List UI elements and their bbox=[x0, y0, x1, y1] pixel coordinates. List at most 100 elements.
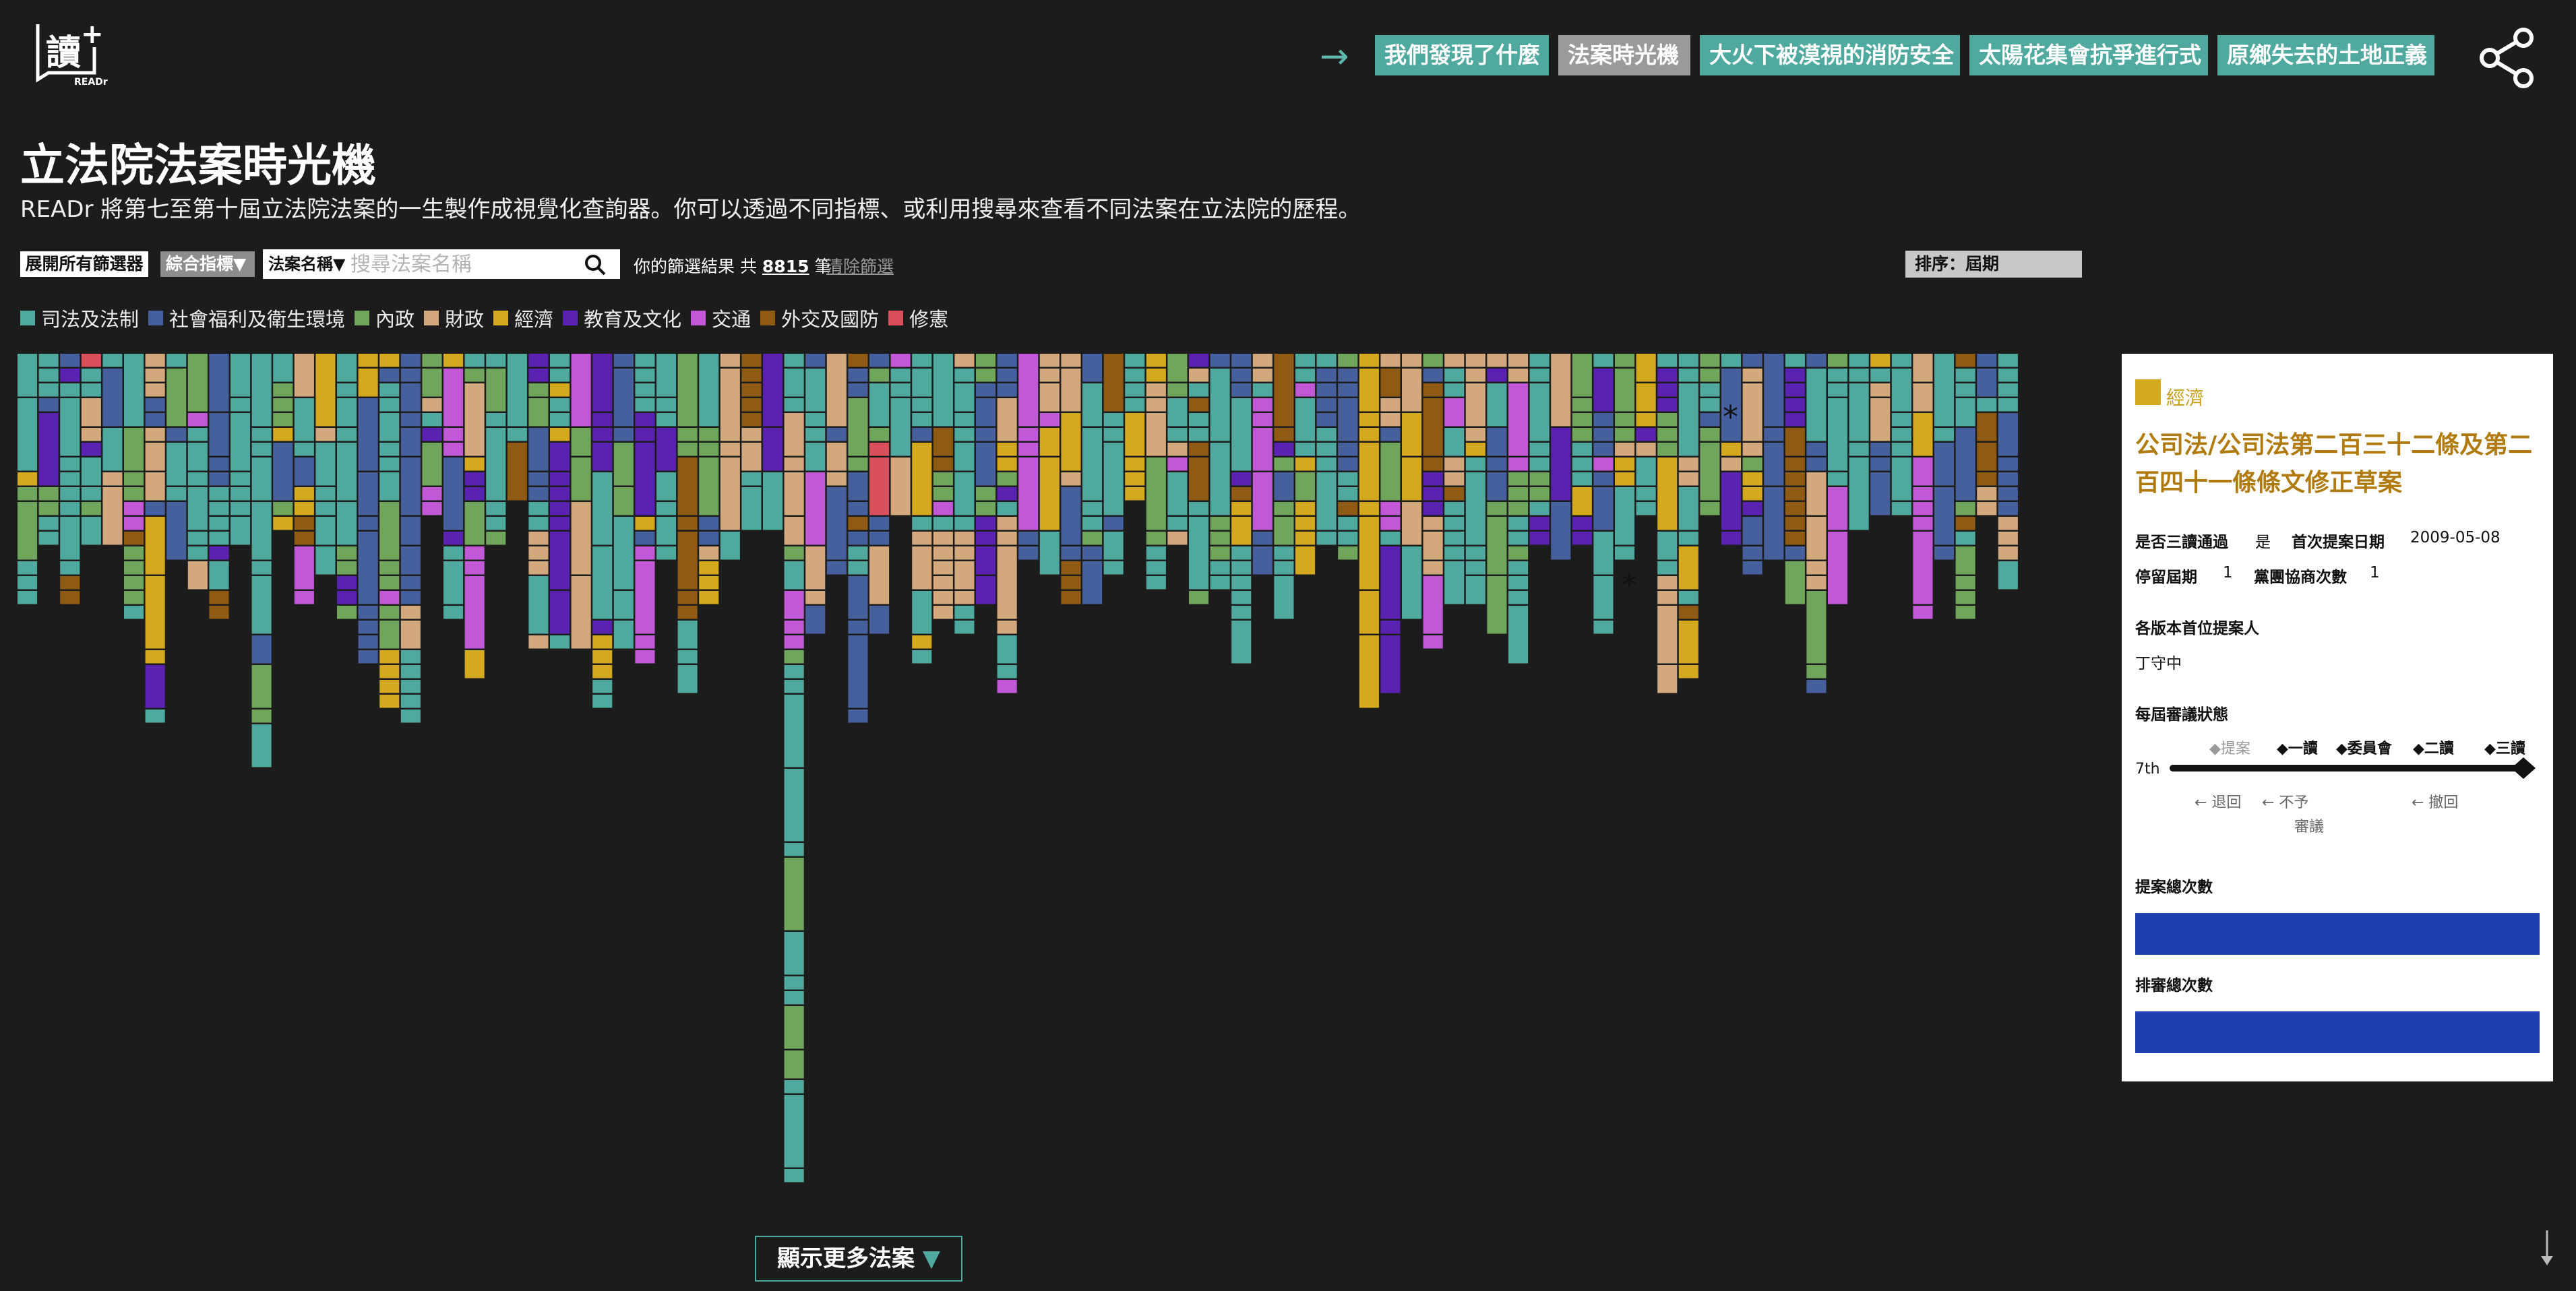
bill-cell[interactable] bbox=[677, 591, 698, 604]
bill-cell[interactable] bbox=[38, 354, 59, 367]
bill-cell[interactable] bbox=[1082, 502, 1103, 515]
bill-cell[interactable] bbox=[954, 621, 975, 634]
bill-cell[interactable] bbox=[1870, 398, 1891, 441]
bill-cell[interactable] bbox=[379, 695, 400, 708]
bill-cell[interactable] bbox=[592, 413, 613, 427]
bill-cell[interactable] bbox=[1359, 443, 1379, 501]
sort-select[interactable]: 排序：屆期 bbox=[1905, 251, 2082, 278]
bill-cell[interactable] bbox=[1210, 517, 1230, 530]
bill-cell[interactable] bbox=[166, 354, 187, 367]
bill-cell[interactable] bbox=[699, 517, 719, 530]
bill-cell[interactable] bbox=[187, 487, 208, 530]
bill-cell[interactable] bbox=[1785, 413, 1805, 427]
bill-cell[interactable] bbox=[1572, 413, 1592, 427]
bill-cell[interactable] bbox=[848, 561, 868, 575]
bill-cell[interactable] bbox=[656, 413, 677, 427]
bill-cell[interactable] bbox=[1806, 680, 1827, 693]
bill-cell[interactable] bbox=[1444, 369, 1465, 382]
bill-cell[interactable] bbox=[1125, 354, 1145, 367]
bill-cell[interactable] bbox=[1465, 428, 1485, 441]
bill-cell[interactable] bbox=[784, 621, 804, 634]
bill-cell[interactable] bbox=[379, 576, 400, 590]
bill-cell[interactable] bbox=[1274, 428, 1294, 441]
bill-cell[interactable] bbox=[677, 606, 698, 619]
bill-cell[interactable] bbox=[1189, 354, 1209, 367]
bill-cell[interactable] bbox=[1338, 517, 1358, 530]
bill-cell[interactable] bbox=[1039, 428, 1060, 456]
bill-cell[interactable] bbox=[1189, 591, 1209, 604]
bill-cell[interactable] bbox=[571, 576, 591, 649]
bill-cell[interactable] bbox=[337, 576, 357, 590]
bill-cell[interactable] bbox=[443, 428, 464, 441]
bill-cell[interactable] bbox=[1423, 635, 1443, 649]
bill-cell[interactable] bbox=[464, 650, 485, 679]
bill-cell[interactable] bbox=[1465, 443, 1485, 456]
bill-cell[interactable] bbox=[1593, 487, 1614, 530]
bill-cell[interactable] bbox=[805, 443, 826, 471]
bill-cell[interactable] bbox=[464, 576, 485, 649]
bill-cell[interactable] bbox=[741, 443, 762, 471]
bill-cell[interactable] bbox=[933, 354, 953, 427]
bill-cell[interactable] bbox=[1977, 369, 1997, 397]
bill-cell[interactable] bbox=[209, 487, 229, 501]
bill-cell[interactable] bbox=[1444, 517, 1465, 530]
bill-cell[interactable] bbox=[1338, 458, 1358, 471]
bill-cell[interactable] bbox=[18, 561, 38, 575]
bill-cell[interactable] bbox=[315, 517, 336, 545]
bill-cell[interactable] bbox=[1572, 458, 1592, 471]
bill-cell[interactable] bbox=[784, 695, 804, 767]
bill-cell[interactable] bbox=[1891, 354, 1911, 367]
bill-cell[interactable] bbox=[976, 546, 996, 575]
bill-cell[interactable] bbox=[720, 443, 740, 456]
share-icon[interactable] bbox=[2475, 26, 2540, 90]
bill-cell[interactable] bbox=[464, 487, 485, 501]
bill-cell[interactable] bbox=[1806, 517, 1827, 560]
bill-cell[interactable] bbox=[784, 1006, 804, 1049]
bill-cell[interactable] bbox=[550, 383, 570, 397]
bill-cell[interactable] bbox=[805, 428, 826, 441]
bill-cell[interactable] bbox=[251, 665, 272, 708]
bill-cell[interactable] bbox=[166, 443, 187, 486]
bill-cell[interactable] bbox=[464, 502, 485, 545]
bill-cell[interactable] bbox=[294, 517, 314, 530]
bill-cell[interactable] bbox=[1678, 591, 1698, 604]
bill-cell[interactable] bbox=[656, 546, 677, 560]
bill-cell[interactable] bbox=[251, 576, 272, 634]
bill-cell[interactable] bbox=[145, 398, 165, 412]
bill-cell[interactable] bbox=[1146, 354, 1166, 367]
bill-cell[interactable] bbox=[720, 354, 740, 367]
bill-cell[interactable] bbox=[528, 369, 549, 382]
bill-cell[interactable] bbox=[1891, 413, 1911, 427]
bill-cell[interactable] bbox=[1231, 472, 1252, 486]
bill-cell[interactable] bbox=[1785, 428, 1805, 456]
bill-cell[interactable] bbox=[976, 398, 996, 427]
bill-cell[interactable] bbox=[400, 680, 421, 693]
bill-cell[interactable] bbox=[954, 532, 975, 545]
bill-cell[interactable] bbox=[1189, 517, 1209, 590]
bill-cell[interactable] bbox=[954, 428, 975, 441]
legend-item[interactable]: 司法及法制 bbox=[20, 304, 139, 332]
bill-cell[interactable] bbox=[379, 502, 400, 560]
bill-cell[interactable] bbox=[1636, 487, 1656, 501]
bill-cell[interactable] bbox=[1806, 369, 1827, 441]
bill-cell[interactable] bbox=[422, 428, 442, 441]
bill-cell[interactable] bbox=[1274, 354, 1294, 427]
bill-cell[interactable] bbox=[1295, 532, 1316, 545]
bill-cell[interactable] bbox=[1359, 428, 1379, 441]
bill-cell[interactable] bbox=[784, 680, 804, 693]
bill-cell[interactable] bbox=[187, 561, 208, 590]
bill-cell[interactable] bbox=[656, 517, 677, 545]
bill-cell[interactable] bbox=[933, 532, 953, 545]
bill-cell[interactable] bbox=[124, 428, 144, 471]
bill-cell[interactable] bbox=[1465, 546, 1485, 560]
bill-cell[interactable] bbox=[550, 369, 570, 382]
bill-cell[interactable] bbox=[1167, 458, 1188, 471]
bill-cell[interactable] bbox=[1806, 354, 1827, 367]
bill-cell[interactable] bbox=[60, 502, 80, 515]
legend-item[interactable]: 交通 bbox=[691, 304, 751, 332]
bill-cell[interactable] bbox=[315, 487, 336, 501]
bill-cell[interactable] bbox=[1402, 354, 1422, 367]
bill-cell[interactable] bbox=[699, 576, 719, 590]
bill-cell[interactable] bbox=[848, 458, 868, 471]
bill-cell[interactable] bbox=[1167, 354, 1188, 382]
